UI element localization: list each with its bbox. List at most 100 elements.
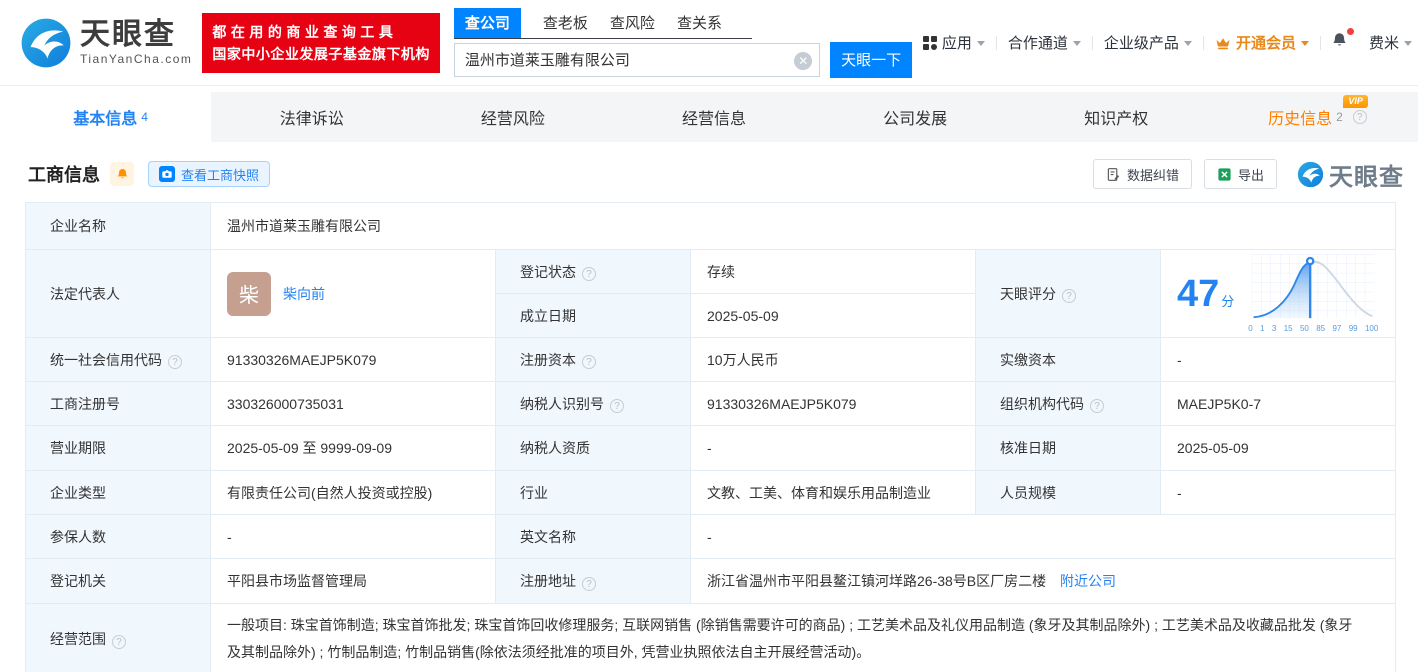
menu-item-partners[interactable]: 合作通道 xyxy=(997,32,1092,53)
address-label-text: 注册地址 xyxy=(520,573,576,589)
edit-document-icon xyxy=(1106,167,1121,182)
search-tab-risk[interactable]: 查风险 xyxy=(610,8,655,38)
legal-rep-avatar[interactable]: 柴 xyxy=(227,272,271,316)
export-label: 导出 xyxy=(1238,165,1264,184)
search-tabs: 查公司 查老板 查风险 查关系 xyxy=(454,8,752,39)
tianyancha-logo[interactable]: 天眼查 TianYanCha.com xyxy=(20,17,192,69)
main-content: 基本信息 4 法律诉讼 经营风险 经营信息 公司发展 知识产权 VIP 历史信息… xyxy=(10,92,1418,672)
approval-date-label: 核准日期 xyxy=(976,426,1161,471)
tab-history-info[interactable]: VIP 历史信息 2 xyxy=(1217,92,1418,142)
search-input[interactable] xyxy=(455,44,819,76)
menu-item-user[interactable]: 费米 xyxy=(1358,32,1418,53)
table-row: 经营范围 一般项目: 珠宝首饰制造; 珠宝首饰批发; 珠宝首饰回收修理服务; 互… xyxy=(26,604,1396,672)
help-icon[interactable] xyxy=(582,577,596,591)
staff-size-label: 人员规模 xyxy=(976,471,1161,515)
business-scope-label-text: 经营范围 xyxy=(50,631,106,647)
reg-capital-label-text: 注册资本 xyxy=(520,352,576,368)
insured-count-value: - xyxy=(211,515,496,559)
menu-user-label: 费米 xyxy=(1369,32,1399,53)
notification-bell[interactable] xyxy=(1321,32,1358,53)
reg-capital-value: 10万人民币 xyxy=(691,338,976,382)
table-row: 营业期限 2025-05-09 至 9999-09-09 纳税人资质 - 核准日… xyxy=(26,426,1396,471)
chevron-down-icon xyxy=(1404,41,1412,46)
org-code-label: 组织机构代码 xyxy=(976,382,1161,426)
data-correction-button[interactable]: 数据纠错 xyxy=(1093,159,1192,189)
menu-item-enterprise[interactable]: 企业级产品 xyxy=(1093,32,1203,53)
company-type-value: 有限责任公司(自然人投资或控股) xyxy=(211,471,496,515)
insured-count-label: 参保人数 xyxy=(26,515,211,559)
taxpayer-id-value: 91330326MAEJP5K079 xyxy=(691,382,976,426)
legal-rep-label: 法定代表人 xyxy=(26,250,211,338)
menu-item-apps[interactable]: 应用 xyxy=(912,32,996,53)
reg-authority-label: 登记机关 xyxy=(26,559,211,604)
chevron-down-icon xyxy=(977,41,985,46)
taxpayer-quality-value: - xyxy=(691,426,976,471)
table-row: 统一社会信用代码 91330326MAEJP5K079 注册资本 10万人民币 … xyxy=(26,338,1396,382)
reg-status-value: 存续 xyxy=(691,250,976,294)
section-tools: 数据纠错 导出 xyxy=(1093,157,1404,192)
score-value: 47 xyxy=(1177,273,1219,315)
taxpayer-id-label-text: 纳税人识别号 xyxy=(520,396,604,412)
section-title: 工商信息 xyxy=(28,161,100,187)
reg-status-label: 登记状态 xyxy=(496,250,691,294)
bell-icon xyxy=(116,168,129,181)
industry-label: 行业 xyxy=(496,471,691,515)
clear-icon[interactable]: ✕ xyxy=(794,52,812,70)
watermark-text: 天眼查 xyxy=(1329,157,1404,192)
subscribe-bell-button[interactable] xyxy=(110,162,134,186)
tab-company-development[interactable]: 公司发展 xyxy=(815,92,1016,142)
org-code-label-text: 组织机构代码 xyxy=(1000,396,1084,412)
help-icon[interactable] xyxy=(112,635,126,649)
help-icon[interactable] xyxy=(582,267,596,281)
tab-history-label: 历史信息 xyxy=(1268,105,1332,129)
help-icon[interactable] xyxy=(610,399,624,413)
watermark-logo: 天眼查 xyxy=(1297,157,1404,192)
tab-legal-label: 法律诉讼 xyxy=(280,105,344,129)
help-icon[interactable] xyxy=(1090,399,1104,413)
legal-rep-link[interactable]: 柴向前 xyxy=(283,284,325,304)
business-term-label: 营业期限 xyxy=(26,426,211,471)
snapshot-button-label: 查看工商快照 xyxy=(181,165,259,184)
company-name-label: 企业名称 xyxy=(26,203,211,250)
export-button[interactable]: 导出 xyxy=(1204,159,1277,189)
credit-code-label: 统一社会信用代码 xyxy=(26,338,211,382)
nearby-companies-link[interactable]: 附近公司 xyxy=(1060,573,1116,589)
help-icon[interactable] xyxy=(1062,289,1076,303)
vip-badge: VIP xyxy=(1343,95,1368,108)
menu-vip-label: 开通会员 xyxy=(1236,32,1296,53)
grid-icon xyxy=(923,36,937,50)
tab-intellectual-property[interactable]: 知识产权 xyxy=(1016,92,1217,142)
section-bar: 工商信息 查看工商快照 xyxy=(28,158,1404,190)
tab-business-info[interactable]: 经营信息 xyxy=(613,92,814,142)
search-box: ✕ xyxy=(454,43,820,77)
address-cell: 浙江省温州市平阳县鳌江镇河垟路26-38号B区厂房二楼 附近公司 xyxy=(691,559,1396,604)
top-menu: 应用 合作通道 企业级产品 开通会员 xyxy=(912,32,1418,53)
chevron-down-icon xyxy=(1301,41,1309,46)
help-icon[interactable] xyxy=(1353,110,1367,124)
business-info-table: 企业名称 温州市道莱玉雕有限公司 法定代表人 柴 柴向前 登记状态 存续 天眼评… xyxy=(25,202,1396,672)
search-row: ✕ 天眼一下 xyxy=(454,42,912,78)
slogan-banner: 都在用的商业查询工具 国家中小企业发展子基金旗下机构 xyxy=(202,13,440,73)
tab-basic-info[interactable]: 基本信息 4 xyxy=(10,92,211,142)
score-cell: 47分 xyxy=(1161,250,1396,338)
help-icon[interactable] xyxy=(582,355,596,369)
search-tab-boss[interactable]: 查老板 xyxy=(543,8,588,38)
help-icon[interactable] xyxy=(168,355,182,369)
excel-icon xyxy=(1217,167,1232,182)
reg-number-label: 工商注册号 xyxy=(26,382,211,426)
search-tab-company[interactable]: 查公司 xyxy=(454,8,521,38)
tab-development-label: 公司发展 xyxy=(883,105,947,129)
english-name-value: - xyxy=(691,515,1396,559)
address-label: 注册地址 xyxy=(496,559,691,604)
tab-legal-proceedings[interactable]: 法律诉讼 xyxy=(211,92,412,142)
search-tab-relation[interactable]: 查关系 xyxy=(677,8,722,38)
menu-apps-label: 应用 xyxy=(942,32,972,53)
score-unit: 分 xyxy=(1221,294,1234,309)
table-row: 登记机关 平阳县市场监督管理局 注册地址 浙江省温州市平阳县鳌江镇河垟路26-3… xyxy=(26,559,1396,604)
score-label: 天眼评分 xyxy=(976,250,1161,338)
search-button[interactable]: 天眼一下 xyxy=(830,42,912,78)
tab-operating-risk[interactable]: 经营风险 xyxy=(412,92,613,142)
credit-code-label-text: 统一社会信用代码 xyxy=(50,352,162,368)
snapshot-button[interactable]: 查看工商快照 xyxy=(148,161,270,187)
menu-item-vip[interactable]: 开通会员 xyxy=(1204,32,1320,53)
